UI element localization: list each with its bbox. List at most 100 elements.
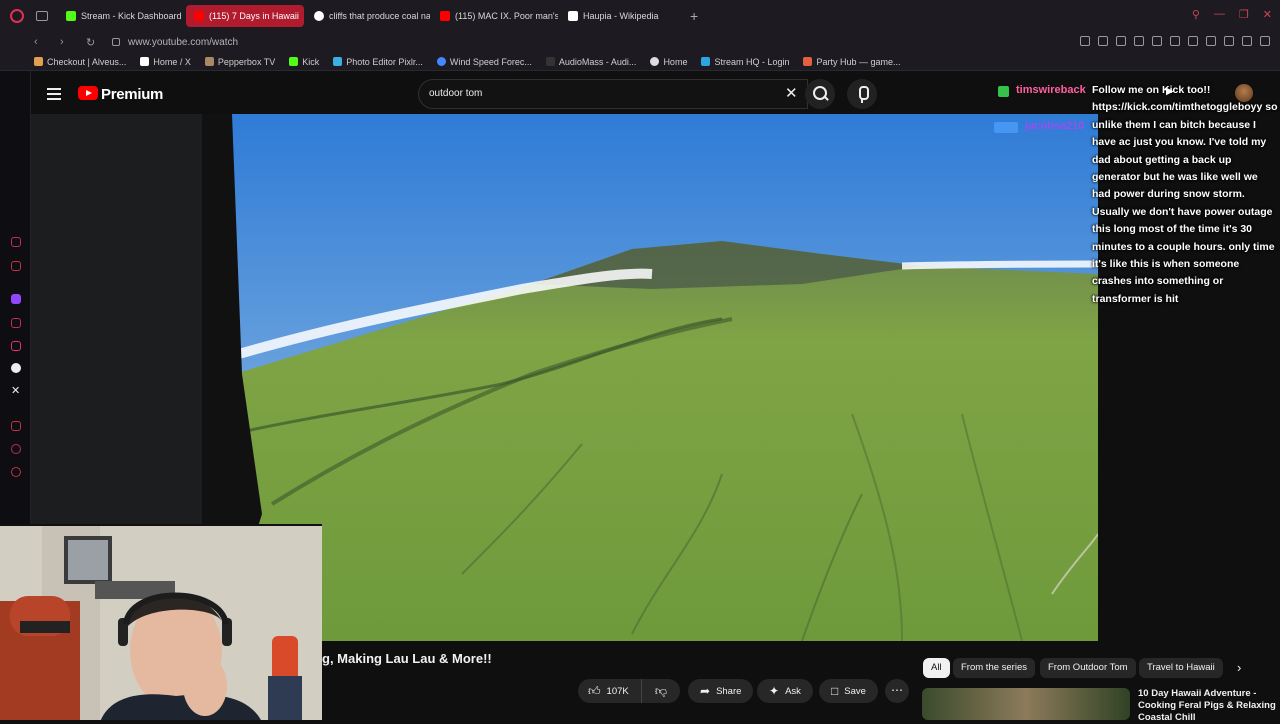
bookmark-item[interactable]: Kick [289, 57, 319, 67]
bookmark-favicon-icon [803, 57, 813, 66]
new-tab-plus-icon[interactable]: + [690, 8, 698, 24]
mouse-cursor-icon: ▶ [1166, 86, 1174, 97]
ai-icon[interactable] [1242, 36, 1252, 46]
chip-all[interactable]: All [923, 658, 950, 678]
chip-travel-to-hawaii[interactable]: Travel to Hawaii [1139, 658, 1223, 678]
youtube-premium-label: Premium [101, 86, 164, 103]
twitch-icon[interactable] [11, 294, 21, 304]
bookmark-item[interactable]: Home / X [140, 57, 191, 67]
tab-google-cliffs[interactable]: cliffs that produce coal nat [306, 5, 430, 27]
kick-favicon-icon [289, 57, 299, 66]
share-icon: ➦ [700, 684, 711, 698]
bookmark-item[interactable]: Stream HQ - Login [701, 57, 789, 67]
wallet-icon[interactable] [11, 261, 21, 271]
video-player[interactable] [202, 114, 1098, 641]
snapshot-icon[interactable] [1098, 36, 1108, 46]
bookmark-item[interactable]: Party Hub — game... [803, 57, 901, 67]
tab-wikipedia-haupia[interactable]: Haupia - Wikipedia [560, 5, 680, 27]
settings-gear-icon[interactable] [11, 467, 21, 477]
tab-youtube-mac[interactable]: (115) MAC IX. Poor man's h [432, 5, 558, 27]
bookmark-item[interactable]: Home [650, 57, 687, 67]
forward-icon[interactable]: › [60, 36, 72, 48]
aria-icon[interactable] [11, 237, 21, 247]
reload-icon[interactable]: ↻ [86, 36, 98, 49]
shield-icon[interactable] [1116, 36, 1126, 46]
menu-icon[interactable] [1260, 36, 1270, 46]
bookmark-item[interactable]: AudioMass - Audi... [545, 57, 636, 67]
browser-tab-bar: Stream - Kick Dashboard (115) 7 Days in … [0, 0, 1280, 31]
kick-favicon-icon [66, 10, 76, 21]
bookmark-item[interactable]: Checkout | Alveus... [34, 57, 126, 67]
search-tabs-icon[interactable]: ⚲ [1192, 8, 1200, 21]
bookmark-favicon-icon [436, 57, 446, 66]
youtube-logo-icon[interactable] [78, 86, 98, 100]
more-dots-icon: ⋯ [891, 683, 903, 697]
wallet-icon[interactable] [1188, 36, 1198, 46]
bookmark-favicon-icon [545, 57, 555, 66]
chip-from-outdoor-tom[interactable]: From Outdoor Tom [1040, 658, 1136, 678]
search-input-value: outdoor tom [429, 88, 483, 99]
heart-icon[interactable] [1152, 36, 1162, 46]
more-actions-button[interactable]: ⋯ [885, 679, 909, 703]
lock-icon [112, 38, 120, 46]
download-icon[interactable] [1224, 36, 1234, 46]
video-title: g, Making Lau Lau & More!! [322, 651, 492, 666]
tab-overview-icon[interactable] [36, 10, 48, 21]
chat-username-secondary: jacobsa210 [1025, 120, 1085, 132]
address-bar: ‹ › ↻ www.youtube.com/watch [0, 31, 1280, 53]
save-button[interactable]: □ Save [819, 679, 878, 703]
close-icon[interactable]: ✕ [1263, 8, 1272, 21]
search-button[interactable] [805, 79, 835, 109]
youtube-favicon-icon [440, 10, 450, 21]
send-icon[interactable] [1134, 36, 1144, 46]
avatar[interactable] [1235, 84, 1253, 102]
recommended-video-title[interactable]: 10 Day Hawaii Adventure - Cooking Feral … [1138, 688, 1276, 724]
back-icon[interactable]: ‹ [34, 36, 46, 48]
youtube-favicon-icon [194, 10, 204, 21]
x-icon[interactable]: ✕ [11, 386, 21, 397]
clear-search-icon[interactable]: ✕ [785, 84, 798, 102]
extensions-icon[interactable] [1170, 36, 1180, 46]
streamer-webcam-image [0, 526, 322, 720]
tiktok-icon[interactable] [11, 363, 21, 373]
minimize-icon[interactable]: — [1214, 8, 1225, 21]
player-side-area [31, 114, 202, 526]
recommended-video-thumbnail[interactable] [922, 688, 1130, 720]
google-favicon-icon [314, 10, 324, 21]
tab-youtube-hawaii[interactable]: (115) 7 Days in Hawaii [186, 4, 304, 27]
maximize-icon[interactable]: ❐ [1239, 8, 1249, 21]
sparkle-icon: ✦ [769, 684, 780, 698]
instagram-icon[interactable] [11, 341, 21, 351]
share-button[interactable]: ➦ Share [688, 679, 754, 703]
chevron-right-icon[interactable]: › [1237, 660, 1241, 675]
opera-logo-icon[interactable] [10, 8, 24, 23]
bookmark-item[interactable]: Photo Editor Pixlr... [333, 57, 423, 67]
like-button[interactable]: 👍︎ 107K [578, 679, 642, 703]
history-icon[interactable] [11, 444, 21, 454]
webcam-overlay [0, 524, 322, 720]
tab-kick-dashboard[interactable]: Stream - Kick Dashboard [58, 5, 184, 27]
x-favicon-icon [140, 57, 150, 66]
bookmark-item[interactable]: Pepperbox TV [204, 57, 275, 67]
percent-icon[interactable] [11, 318, 21, 328]
url-field[interactable]: www.youtube.com/watch [128, 37, 238, 48]
bookmark-favicon-icon [34, 57, 43, 66]
search-input[interactable]: outdoor tom [418, 79, 808, 109]
chip-from-the-series[interactable]: From the series [953, 658, 1035, 678]
thumbs-up-icon: 👍︎ [588, 683, 601, 698]
location-pin-icon [650, 57, 660, 66]
bookmarks-icon[interactable] [11, 421, 21, 431]
thumbs-down-icon: 👎︎ [654, 683, 668, 698]
chat-username: timswireback [1016, 84, 1086, 96]
verified-badge-icon [998, 86, 1009, 97]
voice-search-button[interactable] [847, 79, 877, 109]
ask-button[interactable]: ✦ Ask [757, 679, 813, 703]
profile-icon[interactable] [1206, 36, 1216, 46]
window-controls: ⚲ — ❐ ✕ [1192, 8, 1272, 21]
dislike-button[interactable]: 👎︎ [642, 684, 680, 699]
bookmark-item[interactable]: Wind Speed Forec... [436, 57, 532, 67]
chat-message: Follow me on Kick too!! https://kick.com… [1092, 84, 1278, 305]
pin-icon[interactable] [1080, 36, 1090, 46]
menu-hamburger-icon[interactable] [47, 88, 61, 100]
bookmark-icon: □ [831, 684, 839, 698]
